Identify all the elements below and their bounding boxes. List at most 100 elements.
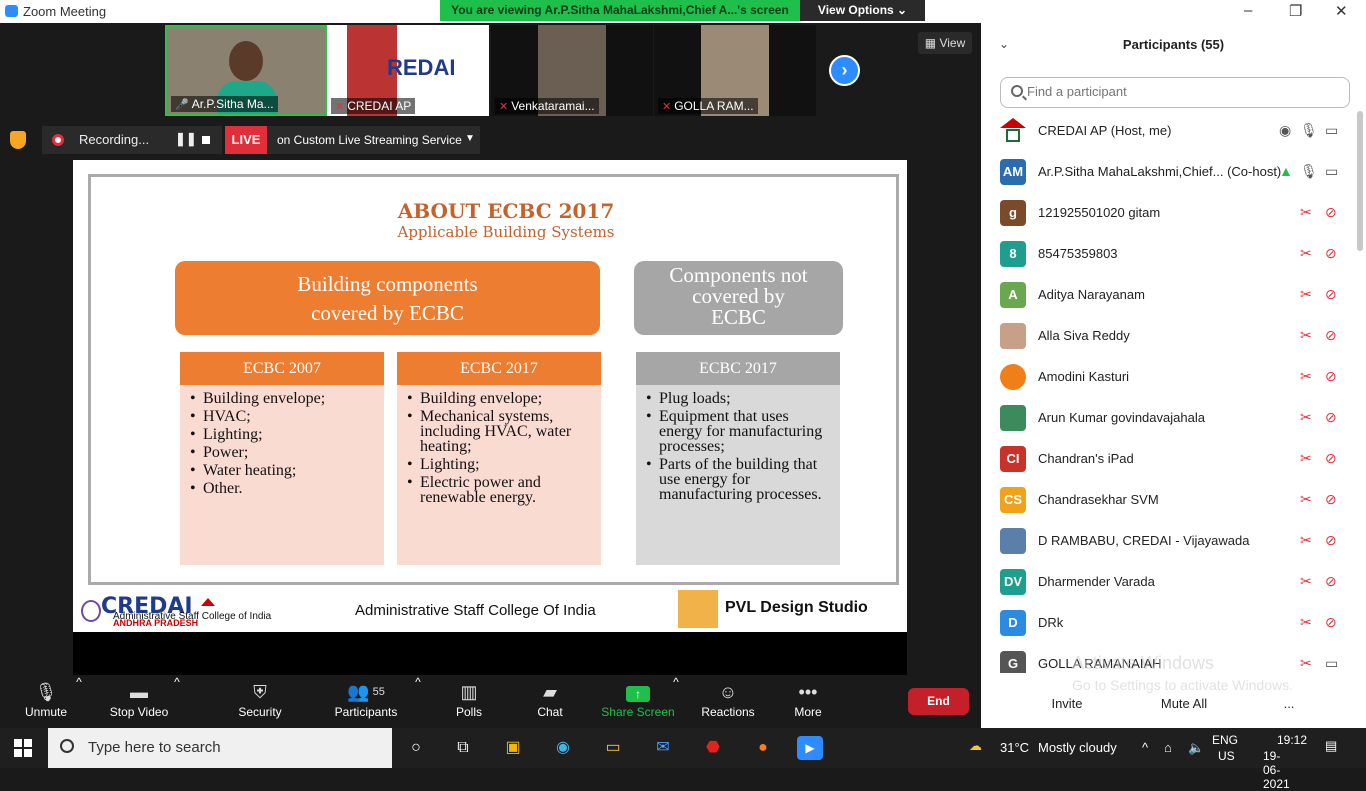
video-off-icon[interactable]: ⊘ [1325,245,1337,262]
security-shield-icon[interactable] [10,131,26,149]
video-off-icon[interactable]: ⊘ [1325,327,1337,344]
mute-all-button[interactable]: Mute All [1149,691,1219,717]
mic-muted-icon[interactable]: ✂ [1300,286,1312,303]
reactions-button[interactable]: ☺ Reactions [700,675,756,728]
mic-muted-icon[interactable]: ✂ [1300,204,1312,221]
share-screen-button[interactable]: ↑ Share Screen [600,675,676,728]
chevron-up-icon[interactable]: ^ [74,675,84,728]
participant-row[interactable]: CREDAI AP (Host, me) ◉ 🎙 ▭ [981,111,1356,152]
mic-muted-icon[interactable]: ✂ [1300,573,1312,590]
video-off-icon[interactable]: ⊘ [1325,573,1337,590]
live-stream-status[interactable]: LIVE on Custom Live Streaming Service ▼ [225,126,480,154]
participant-row[interactable]: 8 85475359803 ✂ ⊘ [981,234,1356,275]
participant-row[interactable]: D RAMBABU, CREDAI - Vijayawada ✂ ⊘ [981,521,1356,562]
mic-muted-icon[interactable]: ✂ [1300,614,1312,631]
participant-row[interactable]: Amodini Kasturi ✂ ⊘ [981,357,1356,398]
video-thumbnail[interactable]: ✕ Venkataramai... [491,25,653,116]
minimize-icon[interactable]: – [1244,2,1252,19]
participant-row[interactable]: A Aditya Narayanam ✂ ⊘ [981,275,1356,316]
video-off-icon[interactable]: ⊘ [1325,286,1337,303]
more-options-button[interactable]: ... [1273,691,1305,717]
mic-icon[interactable]: 🎙 [1300,163,1318,180]
video-off-icon[interactable]: ⊘ [1325,409,1337,426]
mic-muted-icon[interactable]: ✂ [1300,327,1312,344]
volume-icon[interactable]: 🔈 [1188,740,1204,756]
avatar: g [1000,200,1026,226]
language[interactable]: ENG [1212,733,1238,747]
file-explorer-icon[interactable]: ▭ [600,736,626,760]
chevron-up-icon[interactable]: ^ [413,675,423,728]
mic-muted-icon[interactable]: ✂ [1300,655,1312,672]
network-icon[interactable]: ⌂ [1164,740,1172,755]
participant-row[interactable]: D DRk ✂ ⊘ [981,603,1356,644]
video-off-icon[interactable]: ⊘ [1325,450,1337,467]
view-button[interactable]: ▦ View [918,32,972,54]
chevron-up-icon[interactable]: ^ [671,675,681,728]
notifications-icon[interactable]: ▤ [1325,738,1337,754]
mic-muted-icon[interactable]: ✂ [1300,409,1312,426]
close-icon[interactable]: ✕ [1335,2,1348,20]
cortana-icon[interactable]: ○ [403,736,429,760]
polls-button[interactable]: ▥ Polls [447,675,491,728]
video-off-icon[interactable]: ⊘ [1325,204,1337,221]
video-thumbnail[interactable]: 🎤 Ar.P.Sitha Ma... [165,25,327,116]
mic-muted-icon[interactable]: ✂ [1300,368,1312,385]
store-icon[interactable]: ▣ [500,736,526,760]
not-covered-box: Components not covered by ECBC [634,261,843,335]
not-covered-title-line: covered by [692,284,785,308]
taskbar-search[interactable]: Type here to search [48,728,392,768]
pause-recording-icon[interactable]: ❚❚ [175,131,197,147]
participant-row[interactable]: CI Chandran's iPad ✂ ⊘ [981,439,1356,480]
mic-muted-icon[interactable]: ✂ [1300,245,1312,262]
view-options-button[interactable]: View Options ⌄ [800,0,925,21]
emblem-icon [81,600,101,622]
participant-row[interactable]: CS Chandrasekhar SVM ✂ ⊘ [981,480,1356,521]
task-view-icon[interactable]: ⧉ [450,736,476,760]
chevron-up-icon[interactable]: ^ [1142,740,1148,755]
restore-icon[interactable]: ❐ [1289,2,1302,20]
participant-row[interactable]: Alla Siva Reddy ✂ ⊘ [981,316,1356,357]
unmute-button[interactable]: 🎙 Unmute [20,675,72,728]
video-camera-icon[interactable]: ▭ [1325,122,1338,139]
next-page-arrow-icon[interactable]: › [829,55,860,86]
participant-search-input[interactable] [1027,84,1327,99]
video-camera-icon[interactable]: ▭ [1325,655,1338,672]
security-button[interactable]: ⛨ Security [234,675,286,728]
participant-row[interactable]: AM Ar.P.Sitha MahaLakshmi,Chief... (Co-h… [981,152,1356,193]
chevron-down-icon[interactable]: ▼ [465,133,475,144]
participants-button[interactable]: 👥 55 Participants [330,675,402,728]
participant-row[interactable]: g 121925501020 gitam ✂ ⊘ [981,193,1356,234]
windows-start-icon[interactable] [14,739,32,757]
video-thumbnail[interactable]: REDAI ✕ CREDAI AP [327,25,489,116]
mic-muted-icon[interactable]: ✂ [1300,532,1312,549]
mic-muted-icon[interactable]: ✂ [1300,450,1312,467]
stop-recording-icon[interactable] [202,136,210,144]
chat-button[interactable]: ▰ Chat [528,675,572,728]
chevron-up-icon[interactable]: ^ [172,675,182,728]
more-button[interactable]: ••• More [786,675,830,728]
mic-icon[interactable]: 🎙 [1300,122,1318,139]
video-off-icon[interactable]: ⊘ [1325,532,1337,549]
unmute-label: Unmute [24,705,68,719]
participant-name: CREDAI AP (Host, me) [1038,123,1172,138]
edge-icon[interactable]: ◉ [550,736,576,760]
clock-time[interactable]: 19:12 [1277,733,1307,747]
acrobat-icon[interactable]: ⬣ [700,736,726,760]
end-meeting-button[interactable]: End [908,688,969,715]
video-off-icon[interactable]: ⊘ [1325,368,1337,385]
zoom-icon[interactable]: ▶ [797,736,823,760]
participant-row[interactable]: Arun Kumar govindavajahala ✂ ⊘ [981,398,1356,439]
mic-muted-icon[interactable]: ✂ [1300,491,1312,508]
list-item: Electric power and renewable energy. [405,475,595,506]
participant-row[interactable]: DV Dharmender Varada ✂ ⊘ [981,562,1356,603]
invite-button[interactable]: Invite [1041,691,1093,717]
video-off-icon[interactable]: ⊘ [1325,614,1337,631]
stop-video-button[interactable]: ▬ Stop Video [105,675,173,728]
video-camera-icon[interactable]: ▭ [1325,163,1338,180]
firefox-icon[interactable]: ● [750,736,776,760]
video-thumbnail[interactable]: ✕ GOLLA RAM... [654,25,816,116]
participant-list-scrollbar[interactable] [1357,111,1363,251]
mail-icon[interactable]: ✉ [650,736,676,760]
participant-search[interactable] [1000,77,1350,108]
video-off-icon[interactable]: ⊘ [1325,491,1337,508]
